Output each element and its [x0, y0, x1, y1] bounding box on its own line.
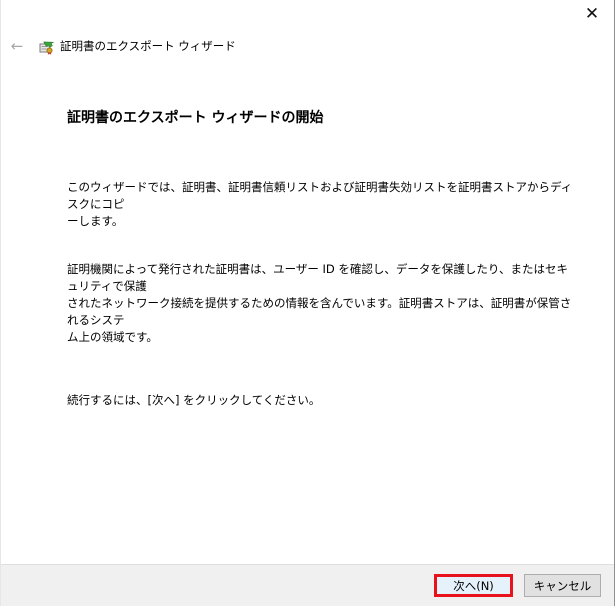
description-line-1: 証明機関によって発行された証明書は、ユーザー ID を確認し、データを保護したり…	[67, 262, 568, 293]
close-icon: ✕	[584, 4, 600, 24]
arrow-left-icon: ←	[10, 37, 24, 55]
wizard-content: 証明書のエクスポート ウィザードの開始 このウィザードでは、証明書、証明書信頼リ…	[67, 108, 573, 409]
description-line-2: されたネットワーク接続を提供するための情報を含んでいます。証明書ストアは、証明書…	[67, 296, 572, 327]
close-button[interactable]: ✕	[572, 0, 612, 28]
intro-line-2: ーします。	[67, 214, 124, 228]
wizard-footer: 次へ(N) キャンセル	[1, 564, 614, 606]
certificate-icon	[39, 41, 55, 55]
description-line-3: ム上の領域です。	[67, 330, 158, 344]
back-button[interactable]: ←	[9, 38, 25, 54]
wizard-header: ← 証明書のエクスポート ウィザード	[1, 34, 614, 58]
cancel-button[interactable]: キャンセル	[524, 574, 601, 597]
certificate-description-paragraph: 証明機関によって発行された証明書は、ユーザー ID を確認し、データを保護したり…	[67, 261, 573, 346]
wizard-window: ✕ ← 証明書のエクスポート ウィザード 証明書のエクスポート ウィザードの開始…	[0, 0, 615, 606]
continue-instruction: 続行するには、[次へ] をクリックしてください。	[67, 393, 321, 407]
intro-paragraph: このウィザードでは、証明書、証明書信頼リストおよび証明書失効リストを証明書ストア…	[67, 179, 573, 230]
page-title: 証明書のエクスポート ウィザードの開始	[67, 110, 324, 126]
next-button[interactable]: 次へ(N)	[434, 574, 513, 597]
wizard-title: 証明書のエクスポート ウィザード	[60, 39, 236, 53]
intro-line-1: このウィザードでは、証明書、証明書信頼リストおよび証明書失効リストを証明書ストア…	[67, 180, 573, 211]
